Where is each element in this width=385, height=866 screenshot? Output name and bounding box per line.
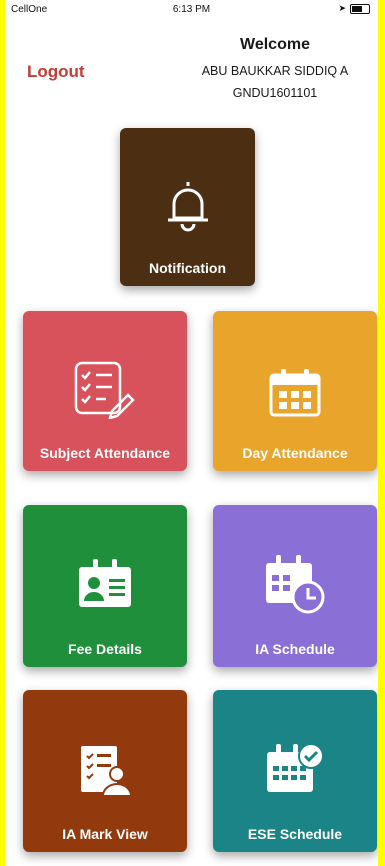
day-attendance-tile[interactable]: Day Attendance [213, 311, 377, 471]
notification-tile[interactable]: Notification [120, 128, 255, 286]
fee-details-tile[interactable]: Fee Details [23, 505, 187, 667]
ia-mark-view-label: IA Mark View [62, 826, 148, 842]
calendar-clock-icon [213, 553, 377, 615]
ia-mark-view-tile[interactable]: IA Mark View [23, 690, 187, 852]
bell-icon [120, 176, 255, 232]
checklist-icon [23, 359, 187, 419]
logout-button[interactable]: Logout [27, 62, 85, 82]
student-name: ABU BAUKKAR SIDDIQ A [201, 64, 349, 78]
subject-attendance-tile[interactable]: Subject Attendance [23, 311, 187, 471]
ese-schedule-tile[interactable]: ESE Schedule [213, 690, 377, 852]
battery-icon [350, 3, 370, 14]
report-user-icon [23, 740, 187, 800]
status-bar: CellOne 6:13 PM ➤ [5, 0, 378, 20]
calendar-icon [213, 367, 377, 419]
subject-attendance-label: Subject Attendance [39, 445, 171, 461]
ia-schedule-tile[interactable]: IA Schedule [213, 505, 377, 667]
welcome-block: Welcome ABU BAUKKAR SIDDIQ A GNDU1601101 [175, 36, 375, 104]
app-screen: CellOne 6:13 PM ➤ Logout Welcome ABU BAU… [5, 0, 378, 866]
calendar-check-icon [213, 740, 377, 798]
ese-schedule-label: ESE Schedule [247, 826, 343, 842]
fee-details-label: Fee Details [68, 641, 142, 657]
ia-schedule-label: IA Schedule [255, 641, 335, 657]
welcome-title: Welcome [240, 36, 310, 53]
notification-label: Notification [149, 260, 226, 276]
status-icons: ➤ [338, 3, 370, 14]
clock: 6:13 PM [172, 4, 211, 15]
location-icon: ➤ [338, 3, 346, 13]
id-card-icon [23, 557, 187, 611]
student-id: GNDU1601101 [232, 86, 318, 100]
day-attendance-label: Day Attendance [242, 445, 348, 461]
